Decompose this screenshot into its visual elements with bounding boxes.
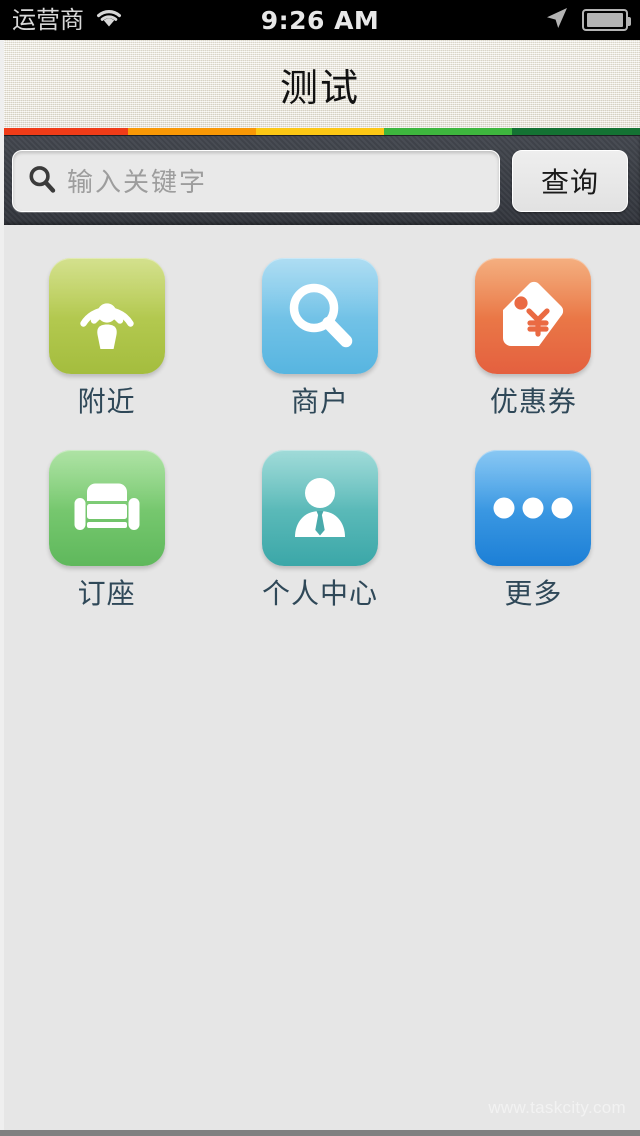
- search-placeholder: 输入关键字: [67, 168, 208, 198]
- grid-item-label: 更多: [504, 577, 563, 610]
- watermark: www.taskcity.com: [488, 1098, 626, 1117]
- battery-fill: [587, 13, 623, 27]
- stripe-segment-yellow: [256, 128, 384, 135]
- grid-item-price-tag-yen[interactable]: 优惠券: [427, 258, 640, 416]
- clock-label: 9:26 AM: [260, 5, 380, 35]
- grid-item-label: 商户: [290, 385, 349, 418]
- wifi-icon: [94, 7, 124, 33]
- search-bar: 输入关键字 查询: [0, 135, 640, 225]
- search-input[interactable]: 输入关键字: [12, 149, 500, 212]
- frame-bottom-edge: [0, 1130, 640, 1136]
- ellipsis-icon[interactable]: [475, 450, 592, 566]
- stripe-segment-green: [384, 128, 512, 135]
- grid-item-label: 个人中心: [261, 577, 378, 610]
- person-tie-icon[interactable]: [261, 450, 378, 566]
- battery-icon: [582, 9, 631, 31]
- armchair-icon[interactable]: [48, 450, 165, 566]
- status-bar: 运营商 9:26 AM: [0, 0, 640, 40]
- grid-item-magnifier[interactable]: 商户: [213, 258, 426, 416]
- carrier-label: 运营商: [12, 6, 84, 34]
- grid-item-label: 订座: [77, 577, 136, 610]
- price-tag-yen-icon[interactable]: [475, 258, 592, 374]
- grid-item-armchair[interactable]: 订座: [0, 450, 213, 608]
- page-title: 测试: [279, 65, 360, 110]
- phone-screen: 运营商 9:26 AM 测试 输入关键字 查询 附近 商户 优惠券 订座 个人中…: [0, 0, 640, 1136]
- grid-item-person-tie[interactable]: 个人中心: [213, 450, 426, 608]
- color-stripe: [0, 128, 640, 135]
- main-content: 附近 商户 优惠券 订座 个人中心 更多 www.taskcity.com: [0, 225, 640, 1136]
- grid-item-broadcast-person[interactable]: 附近: [0, 258, 213, 416]
- search-submit-button[interactable]: 查询: [512, 149, 628, 212]
- title-bar: 测试: [0, 40, 640, 128]
- grid-item-label: 附近: [77, 385, 136, 418]
- grid-item-label: 优惠券: [489, 385, 577, 418]
- search-icon: [27, 164, 57, 198]
- broadcast-person-icon[interactable]: [48, 258, 165, 374]
- status-bar-right: [544, 5, 631, 35]
- app-grid: 附近 商户 优惠券 订座 个人中心 更多: [0, 225, 640, 608]
- location-arrow-icon: [544, 5, 570, 35]
- magnifier-icon[interactable]: [261, 258, 378, 374]
- frame-left-edge: [0, 40, 4, 1136]
- status-bar-left: 运营商: [12, 7, 124, 33]
- stripe-segment-orange: [128, 128, 256, 135]
- stripe-segment-dark-green: [512, 128, 640, 135]
- grid-item-ellipsis[interactable]: 更多: [427, 450, 640, 608]
- stripe-segment-red: [0, 128, 128, 135]
